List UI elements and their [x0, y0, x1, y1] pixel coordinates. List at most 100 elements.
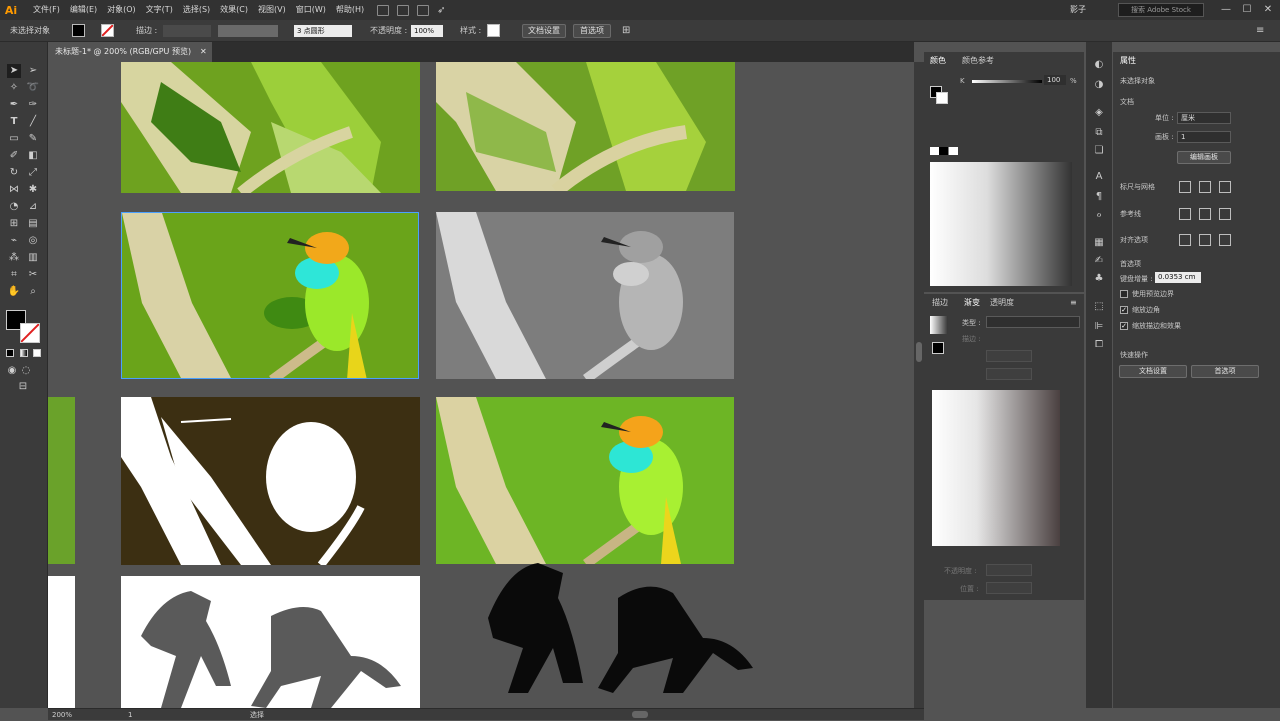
menu-select[interactable]: 选择(S)	[178, 0, 215, 20]
minimize-button[interactable]: —	[1216, 0, 1236, 20]
direct-selection-tool-icon[interactable]: ➢	[26, 64, 40, 78]
close-window-button[interactable]: ✕	[1258, 0, 1278, 20]
opentype-icon[interactable]: ℴ	[1092, 208, 1106, 222]
grid-icon[interactable]	[1199, 181, 1211, 193]
color-stroke-swatch[interactable]	[936, 92, 948, 104]
snap-to-pixel-icon[interactable]	[1219, 234, 1231, 246]
posterized-bird-image-2[interactable]	[436, 62, 735, 191]
preferences-button[interactable]: 首选项	[573, 24, 611, 38]
posterized-bird-image-1[interactable]	[121, 62, 420, 193]
slice-tool-icon[interactable]: ✂	[26, 268, 40, 282]
transform-icon[interactable]: ⬚	[1092, 300, 1106, 314]
mesh-tool-icon[interactable]: ⊞	[7, 217, 21, 231]
line-tool-icon[interactable]: ╱	[26, 115, 40, 129]
channel-value[interactable]: 100	[1044, 75, 1066, 85]
grayscale-bird-image[interactable]	[436, 212, 734, 379]
character-icon[interactable]: A	[1092, 170, 1106, 184]
lock-guides-icon[interactable]	[1219, 208, 1231, 220]
graphic-style-swatch[interactable]	[487, 24, 500, 37]
zoom-level[interactable]: 200%	[52, 709, 72, 721]
brush-definition[interactable]: 3 点圆形	[294, 25, 352, 37]
hand-tool-icon[interactable]: ✋	[7, 285, 21, 299]
eraser-tool-icon[interactable]: ◧	[26, 149, 40, 163]
color-guide-icon[interactable]: ◑	[1092, 78, 1106, 92]
gradient-type-dropdown[interactable]	[986, 316, 1080, 328]
variable-width-profile[interactable]	[218, 25, 278, 37]
scale-corners-checkbox[interactable]: ✓	[1120, 306, 1128, 314]
menu-edit[interactable]: 编辑(E)	[65, 0, 102, 20]
gradient-slider[interactable]	[932, 390, 1060, 546]
draw-normal-icon[interactable]: ◉	[5, 364, 19, 378]
curvature-tool-icon[interactable]: ✑	[26, 98, 40, 112]
edit-toolbar-icon[interactable]: ⊟	[16, 380, 30, 394]
vertical-scrollbar[interactable]	[914, 62, 924, 708]
puppet-warp-tool-icon[interactable]: ✱	[26, 183, 40, 197]
scale-strokes-checkbox[interactable]: ✓	[1120, 322, 1128, 330]
paintbrush-tool-icon[interactable]: ✎	[26, 132, 40, 146]
scroll-thumb[interactable]	[916, 342, 922, 362]
blend-tool-icon[interactable]: ◎	[26, 234, 40, 248]
selection-tool-icon[interactable]: ➤	[7, 64, 21, 78]
menu-window[interactable]: 窗口(W)	[291, 0, 331, 20]
control-bar-menu-icon[interactable]: ≡	[1256, 20, 1264, 42]
close-tab-icon[interactable]: ✕	[200, 42, 207, 62]
quick-preferences-button[interactable]: 首选项	[1191, 365, 1259, 378]
tool-status[interactable]: 选择	[250, 709, 264, 721]
color-mode-icon[interactable]	[6, 349, 14, 357]
arrange-documents-icon[interactable]	[417, 4, 430, 16]
artboard-tool-icon[interactable]: ⌗	[7, 268, 21, 282]
stroke-swatch[interactable]	[101, 24, 114, 37]
artboard-number[interactable]: 1	[128, 709, 132, 721]
swatches-icon[interactable]: ▦	[1092, 236, 1106, 250]
type-tool-icon[interactable]: T	[7, 115, 21, 129]
menu-object[interactable]: 对象(O)	[102, 0, 141, 20]
units-dropdown[interactable]: 厘米	[1177, 112, 1231, 124]
edit-artboards-button[interactable]: 编辑画板	[1177, 151, 1231, 164]
quick-swatches[interactable]	[930, 147, 958, 155]
opacity-field[interactable]: 100%	[411, 25, 443, 37]
transparency-grid-icon[interactable]	[1219, 181, 1231, 193]
color-bird-image[interactable]	[121, 212, 419, 379]
width-tool-icon[interactable]: ⋈	[7, 183, 21, 197]
threshold-bird-image[interactable]	[121, 397, 420, 565]
paragraph-icon[interactable]: ¶	[1092, 190, 1106, 204]
color-spectrum[interactable]	[930, 162, 1072, 286]
workspace-switcher[interactable]: 影子	[1070, 0, 1086, 20]
tab-stroke[interactable]: 描边	[932, 296, 948, 310]
k-slider[interactable]	[972, 80, 1042, 83]
gray-horses-artboard[interactable]	[121, 576, 420, 708]
stroke-color-box[interactable]	[20, 323, 40, 343]
menu-type[interactable]: 文字(T)	[141, 0, 178, 20]
zoom-tool-icon[interactable]: ⌕	[26, 285, 40, 299]
menu-file[interactable]: 文件(F)	[28, 0, 65, 20]
black-horses-silhouette[interactable]	[478, 558, 758, 698]
doc-setup-button[interactable]: 文档设置	[522, 24, 566, 38]
document-tab[interactable]: 未标题-1* @ 200% (RGB/GPU 预览) ✕	[48, 42, 212, 62]
quick-doc-setup-button[interactable]: 文档设置	[1119, 365, 1187, 378]
artboard-dropdown[interactable]: 1	[1177, 131, 1231, 143]
tab-color-guide[interactable]: 颜色参考	[962, 54, 994, 68]
align-icon[interactable]: ⊫	[1092, 320, 1106, 334]
shaper-tool-icon[interactable]: ✐	[7, 149, 21, 163]
gradient-mode-icon[interactable]	[20, 349, 28, 357]
panel-menu-icon[interactable]: ≡	[1070, 296, 1077, 310]
arrange-icon[interactable]: ⊞	[622, 20, 630, 42]
pen-tool-icon[interactable]: ✒	[7, 98, 21, 112]
snap-to-grid-icon[interactable]	[1199, 234, 1211, 246]
magic-wand-tool-icon[interactable]: ✧	[7, 81, 21, 95]
menu-effect[interactable]: 效果(C)	[215, 0, 253, 20]
nudge-field[interactable]: 0.0353 cm	[1155, 272, 1201, 283]
vivid-bird-image[interactable]	[436, 397, 734, 564]
eyedropper-tool-icon[interactable]: ⌁	[7, 234, 21, 248]
gpu-performance-icon[interactable]: ➶	[437, 5, 445, 16]
shape-builder-tool-icon[interactable]: ◔	[7, 200, 21, 214]
partial-green-artboard[interactable]	[48, 397, 75, 564]
stroke-weight-field[interactable]	[163, 25, 211, 37]
stock-search-input[interactable]: 搜索 Adobe Stock	[1118, 3, 1204, 17]
tab-gradient[interactable]: 渐变	[964, 296, 980, 310]
layers-icon[interactable]: ◈	[1092, 106, 1106, 120]
symbols-icon[interactable]: ♣	[1092, 272, 1106, 286]
maximize-button[interactable]: ☐	[1237, 0, 1257, 20]
partial-white-artboard[interactable]	[48, 576, 75, 708]
menu-view[interactable]: 视图(V)	[253, 0, 291, 20]
